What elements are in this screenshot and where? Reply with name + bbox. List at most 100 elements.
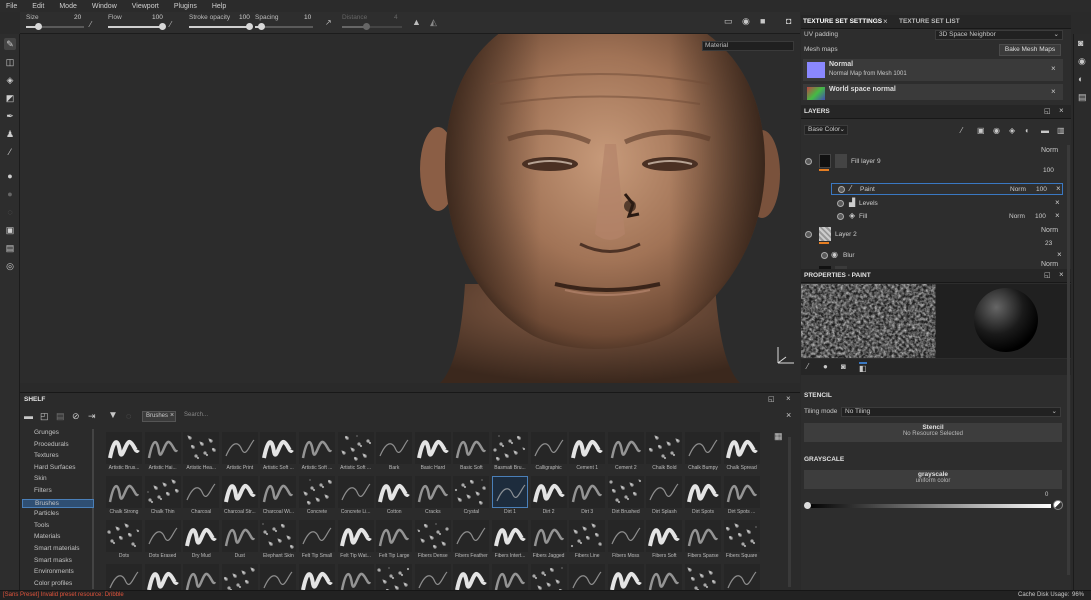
slot-icon[interactable]: ● bbox=[4, 188, 16, 200]
brush-item[interactable]: Dirt 1 bbox=[492, 476, 528, 520]
color-picker-icon[interactable]: ⁄ bbox=[4, 146, 16, 158]
stencil-resource-button[interactable]: Stencil No Resource Selected bbox=[804, 423, 1062, 442]
brush-item[interactable]: Fibers Sparse bbox=[685, 520, 721, 564]
save-icon[interactable]: ▤ bbox=[56, 411, 65, 422]
brush-item[interactable]: Chalk Strong bbox=[106, 476, 142, 520]
brush-item[interactable]: Chalk Bold bbox=[646, 432, 683, 476]
shelf-category[interactable]: Tools bbox=[34, 522, 49, 529]
screenshot-icon[interactable]: ◘ bbox=[786, 16, 791, 26]
brush-item[interactable] bbox=[492, 564, 528, 590]
refresh-icon[interactable]: ◌ bbox=[126, 411, 131, 421]
add-effect-icon[interactable]: ⁄ bbox=[961, 126, 962, 135]
uv-padding-dropdown[interactable]: 3D Space Neighbor ⌄ bbox=[935, 30, 1063, 40]
float-panel-icon[interactable]: ◱ bbox=[1044, 107, 1051, 115]
brush-item[interactable] bbox=[144, 564, 181, 590]
clone-icon[interactable]: ♟ bbox=[4, 128, 16, 140]
brush-item[interactable]: Charcoal Str... bbox=[221, 476, 258, 520]
brush-item[interactable]: Felt Tip Large bbox=[376, 520, 413, 564]
brush-item[interactable]: Bark bbox=[376, 432, 413, 476]
projection-icon[interactable]: ◈ bbox=[4, 74, 16, 86]
add-fill-icon[interactable]: ◉ bbox=[993, 126, 1000, 135]
close-icon[interactable]: × bbox=[1057, 250, 1062, 259]
menu-viewport[interactable]: Viewport bbox=[132, 3, 159, 10]
brush-item[interactable]: Dirt Brushed bbox=[607, 476, 644, 520]
brush-item[interactable]: Dirt Spots ... bbox=[723, 476, 760, 520]
brush-item[interactable]: Fibers Moss bbox=[607, 520, 644, 564]
brush-item[interactable] bbox=[106, 564, 142, 590]
brush-item[interactable]: Charcoal bbox=[183, 476, 220, 520]
flow-slider[interactable] bbox=[108, 23, 166, 30]
brush-item[interactable]: Fibers Intert... bbox=[492, 520, 528, 564]
history-icon[interactable]: ▤ bbox=[1078, 92, 1087, 103]
menu-mode[interactable]: Mode bbox=[59, 3, 77, 10]
brush-item[interactable] bbox=[530, 564, 567, 590]
hide-icon[interactable]: ⊘ bbox=[72, 411, 80, 422]
brush-item[interactable] bbox=[607, 564, 644, 590]
float-panel-icon[interactable]: ◱ bbox=[768, 395, 775, 403]
brush-item[interactable] bbox=[260, 564, 297, 590]
brush-item[interactable] bbox=[221, 564, 258, 590]
layer-opacity[interactable]: 23 bbox=[1045, 240, 1052, 247]
shelf-category[interactable]: Smart materials bbox=[34, 545, 80, 552]
display-settings-icon[interactable]: ◉ bbox=[1078, 56, 1086, 67]
brush-item[interactable]: Basic Hard bbox=[414, 432, 451, 476]
brush-item[interactable]: Dirt 3 bbox=[569, 476, 606, 520]
slot-icon[interactable]: ◌ bbox=[4, 206, 16, 218]
smudge-icon[interactable]: ✒ bbox=[4, 110, 16, 122]
shelf-category[interactable]: Filters bbox=[34, 487, 52, 494]
brush-item[interactable] bbox=[414, 564, 451, 590]
brush-item[interactable]: Artistic Print bbox=[221, 432, 258, 476]
shelf-category[interactable]: Environments bbox=[34, 568, 74, 575]
add-mask-icon[interactable]: ▣ bbox=[977, 126, 985, 135]
menu-edit[interactable]: Edit bbox=[32, 3, 44, 10]
layer-opacity[interactable]: 100 bbox=[1036, 186, 1047, 193]
brush-item[interactable] bbox=[569, 564, 606, 590]
size-slider[interactable] bbox=[26, 23, 84, 30]
mesh-map-card[interactable]: Normal Normal Map from Mesh 1001 × bbox=[803, 59, 1063, 81]
menu-plugins[interactable]: Plugins bbox=[174, 3, 197, 10]
brush-item[interactable]: Felt Tip Small bbox=[299, 520, 335, 564]
lazy-mouse-icon[interactable]: ↗ bbox=[325, 18, 332, 27]
brush-item[interactable]: Artistic Hea... bbox=[183, 432, 220, 476]
visibility-icon[interactable] bbox=[805, 231, 812, 238]
shader-settings-icon[interactable]: ◐ bbox=[1078, 74, 1083, 84]
shelf-category[interactable]: Materials bbox=[34, 533, 60, 540]
brush-item[interactable] bbox=[685, 564, 721, 590]
brush-item[interactable] bbox=[376, 564, 413, 590]
shelf-category[interactable]: Grunges bbox=[34, 429, 59, 436]
bake-mesh-maps-button[interactable]: Bake Mesh Maps bbox=[999, 44, 1061, 56]
polygon-fill-icon[interactable]: ◩ bbox=[4, 92, 16, 104]
brush-item[interactable]: Artistic Soft ... bbox=[337, 432, 374, 476]
visibility-icon[interactable] bbox=[837, 200, 844, 207]
symmetry-mirror-icon[interactable]: ◭ bbox=[430, 17, 437, 28]
brush-item[interactable]: Concrete bbox=[299, 476, 335, 520]
close-icon[interactable]: × bbox=[883, 17, 888, 26]
brush-item[interactable]: Dry Mud bbox=[183, 520, 220, 564]
layer-row[interactable]: ◉ Blur × bbox=[817, 250, 1063, 262]
brush-item[interactable]: Elephant Skin bbox=[260, 520, 297, 564]
close-icon[interactable]: × bbox=[1056, 184, 1061, 193]
brush-item[interactable] bbox=[453, 564, 490, 590]
mesh-map-card[interactable]: World space normal × bbox=[803, 84, 1063, 100]
shelf-category[interactable]: Procedurals bbox=[34, 441, 69, 448]
shelf-category[interactable]: Skin bbox=[34, 475, 47, 482]
brush-item[interactable]: Artistic Soft ... bbox=[299, 432, 335, 476]
grayscale-resource-button[interactable]: grayscale uniform color bbox=[804, 470, 1062, 489]
grid-view-icon[interactable]: ▦ bbox=[774, 431, 783, 442]
close-icon[interactable]: × bbox=[1051, 87, 1056, 96]
tiling-mode-dropdown[interactable]: No Tiling ⌄ bbox=[841, 407, 1061, 417]
close-icon[interactable]: × bbox=[1059, 106, 1064, 115]
brush-item[interactable]: Chalk Thin bbox=[144, 476, 181, 520]
grayscale-value[interactable]: 0 bbox=[1045, 492, 1048, 498]
float-panel-icon[interactable]: ◱ bbox=[1044, 271, 1051, 279]
brush-item[interactable] bbox=[337, 564, 374, 590]
layer-blend[interactable]: Norm bbox=[1010, 186, 1026, 193]
pen-pressure-icon[interactable]: ⁄ bbox=[170, 20, 171, 29]
brush-item[interactable]: Chalk Bumpy bbox=[685, 432, 721, 476]
distance-value[interactable]: 4 bbox=[394, 14, 398, 21]
brush-item[interactable]: Fibers Jagged bbox=[530, 520, 567, 564]
document-icon[interactable]: ▤ bbox=[4, 242, 16, 254]
shelf-category[interactable]: Brushes bbox=[22, 498, 94, 508]
display-settings-icon[interactable]: ◉ bbox=[742, 16, 750, 27]
brush-item[interactable]: Fibers Line bbox=[569, 520, 606, 564]
